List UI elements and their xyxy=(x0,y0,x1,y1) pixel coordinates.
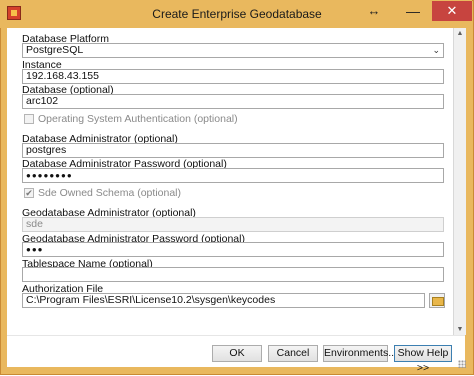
browse-button[interactable] xyxy=(429,293,445,308)
os-auth-label: Operating System Authentication (optiona… xyxy=(38,113,238,125)
minimize-button[interactable]: — xyxy=(403,1,423,21)
instance-input[interactable]: 192.168.43.155 xyxy=(22,69,444,84)
tablespace-input[interactable] xyxy=(22,267,444,282)
gdb-admin-input[interactable]: sde xyxy=(22,217,444,232)
cancel-button[interactable]: Cancel xyxy=(268,345,318,362)
database-platform-select[interactable]: PostgreSQL ⌄ xyxy=(22,43,444,58)
resize-icon[interactable]: ↔ xyxy=(366,1,382,21)
database-input[interactable]: arc102 xyxy=(22,94,444,109)
gdb-admin-password-input[interactable]: ●●● xyxy=(22,242,444,257)
os-auth-checkbox[interactable] xyxy=(24,114,34,124)
authorization-file-input[interactable]: C:\Program Files\ESRI\License10.2\sysgen… xyxy=(22,293,425,308)
scroll-down-icon[interactable]: ▼ xyxy=(456,326,464,333)
ok-button[interactable]: OK xyxy=(212,345,262,362)
scroll-up-icon[interactable]: ▲ xyxy=(456,30,464,37)
open-folder-icon xyxy=(432,297,444,306)
environments-button[interactable]: Environments... xyxy=(323,345,397,362)
db-admin-input[interactable]: postgres xyxy=(22,143,444,158)
sde-owned-schema-checkbox[interactable]: ✔ xyxy=(24,188,34,198)
sde-owned-schema-label: Sde Owned Schema (optional) xyxy=(38,187,181,199)
resize-grip-icon[interactable] xyxy=(458,360,466,368)
chevron-down-icon[interactable]: ⌄ xyxy=(432,44,440,57)
db-admin-password-input[interactable]: ●●●●●●●● xyxy=(22,168,444,183)
show-help-button[interactable]: Show Help >> xyxy=(394,345,452,374)
close-button[interactable]: ✕ xyxy=(432,1,472,21)
database-platform-value: PostgreSQL xyxy=(26,44,84,56)
title-bar[interactable]: Create Enterprise Geodatabase ↔ — ✕ xyxy=(0,0,472,28)
vertical-scrollbar[interactable]: ▲ ▼ xyxy=(453,28,466,335)
